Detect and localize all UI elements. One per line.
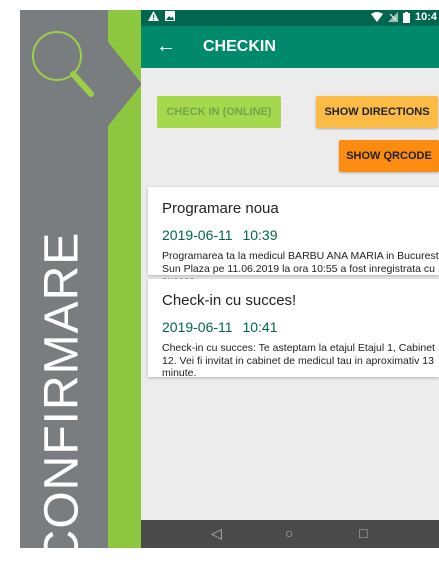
page-title: CHECKIN — [203, 38, 276, 55]
card-date: 2019-06-11 10:41 — [162, 319, 278, 335]
image-icon — [165, 11, 175, 21]
nav-recents-icon[interactable]: □ — [359, 525, 367, 541]
status-time: 10:4 — [414, 11, 437, 23]
battery-icon — [402, 11, 410, 23]
search-icon — [32, 31, 94, 97]
wifi-icon — [370, 12, 383, 22]
app-bar: ← CHECKIN — [141, 26, 439, 68]
card-title: Programare noua — [162, 200, 279, 217]
arrow-back-icon[interactable]: ← — [156, 35, 176, 58]
card-body: Check-in cu succes: Te asteptam la etaju… — [162, 342, 435, 379]
check-in-online-button[interactable]: CHECK IN (ONLINE) — [157, 96, 281, 128]
warning-icon — [148, 11, 159, 21]
show-directions-button[interactable]: SHOW DIRECTIONS — [316, 96, 438, 128]
nav-home-icon[interactable]: ○ — [285, 525, 293, 541]
promo-vertical-text: CONFIRMARE — [35, 231, 89, 564]
status-bar: 10:4 — [141, 10, 439, 26]
nav-back-icon[interactable]: ◁ — [211, 525, 222, 542]
card-title: Check-in cu succes! — [162, 292, 297, 309]
show-qrcode-button[interactable]: SHOW QRCODE — [339, 140, 439, 172]
card-date: 2019-06-11 10:39 — [162, 227, 278, 243]
notification-card: Programare noua 2019-06-11 10:39 Program… — [148, 187, 439, 287]
phone-screen: 10:4 ← CHECKIN CHECK IN (ONLINE) SHOW DI… — [141, 10, 439, 548]
notification-card: Check-in cu succes! 2019-06-11 10:41 Che… — [148, 279, 439, 379]
promo-arrow — [108, 42, 142, 126]
signal-icon — [387, 12, 398, 22]
system-nav-bar: ◁ ○ □ — [141, 520, 439, 548]
